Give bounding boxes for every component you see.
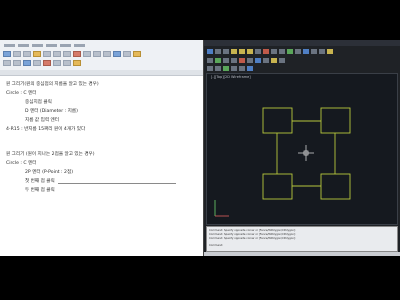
command-history[interactable]: Command: Specify opposite corner or [Fen… bbox=[206, 226, 398, 252]
ucs-icon bbox=[214, 200, 229, 217]
spell-icon[interactable] bbox=[73, 60, 81, 66]
tool-icon[interactable] bbox=[223, 57, 229, 63]
doc-line: D 엔터 (Diameter : 지름) bbox=[25, 109, 78, 114]
underline-icon[interactable] bbox=[63, 51, 71, 57]
italic-icon[interactable] bbox=[53, 51, 61, 57]
properties-icon[interactable] bbox=[303, 48, 309, 54]
line-icon[interactable] bbox=[231, 48, 237, 54]
corner-square-bottom-left bbox=[262, 173, 293, 200]
save-icon[interactable] bbox=[223, 48, 229, 54]
new-icon[interactable] bbox=[207, 48, 213, 54]
command-line: Command: Specify opposite corner or [Fen… bbox=[209, 237, 296, 240]
tool-icon[interactable] bbox=[223, 65, 229, 71]
doc-line: 지름 값 입력 엔터 bbox=[25, 118, 59, 123]
tool-icon[interactable] bbox=[207, 57, 213, 63]
cut-icon[interactable] bbox=[23, 51, 31, 57]
corner-square-bottom-right bbox=[320, 173, 351, 200]
circle-icon[interactable] bbox=[247, 48, 253, 54]
table-icon[interactable] bbox=[23, 60, 31, 66]
ribbon-tab[interactable] bbox=[74, 44, 85, 47]
tool-icon[interactable] bbox=[319, 48, 325, 54]
tool-icon[interactable] bbox=[271, 57, 277, 63]
document-window: 원 그리기(원의 중심점의 지름을 알고 있는 경우) Circle : C 엔… bbox=[0, 40, 203, 256]
tool-icon[interactable] bbox=[239, 65, 245, 71]
layer-icon[interactable] bbox=[295, 48, 301, 54]
tool-icon[interactable] bbox=[215, 65, 221, 71]
link-icon[interactable] bbox=[53, 60, 61, 66]
corner-square-top-left bbox=[262, 107, 293, 134]
cad-toolbar-3 bbox=[204, 64, 400, 72]
command-line: Command: Specify opposite corner or [Fen… bbox=[209, 233, 296, 236]
align-left-icon[interactable] bbox=[83, 51, 91, 57]
cad-title-bar bbox=[204, 40, 400, 46]
highlight-icon[interactable] bbox=[133, 51, 141, 57]
font-color-icon[interactable] bbox=[73, 51, 81, 57]
ribbon-row-1 bbox=[3, 51, 141, 58]
erase-icon[interactable] bbox=[263, 48, 269, 54]
tool-icon[interactable] bbox=[327, 48, 333, 54]
ribbon-tab[interactable] bbox=[32, 44, 43, 47]
tool-icon[interactable] bbox=[247, 65, 253, 71]
bold-icon[interactable] bbox=[43, 51, 51, 57]
separator-line bbox=[58, 183, 176, 184]
doc-line: Circle : C 엔터 bbox=[6, 161, 37, 166]
ribbon-tabs bbox=[4, 42, 85, 49]
doc-line: 2P 엔터 (P-Point : 2점) bbox=[25, 170, 73, 175]
tool-icon[interactable] bbox=[255, 57, 261, 63]
tool-icon[interactable] bbox=[239, 57, 245, 63]
cad-toolbar-1 bbox=[204, 47, 400, 55]
tool-icon[interactable] bbox=[263, 57, 269, 63]
ribbon-tab[interactable] bbox=[4, 44, 15, 47]
doc-line: 중심지점 클릭 bbox=[25, 100, 52, 105]
command-prompt[interactable]: Command: bbox=[209, 244, 223, 247]
tool-icon[interactable] bbox=[311, 48, 317, 54]
move-icon[interactable] bbox=[271, 48, 277, 54]
tool-icon[interactable] bbox=[247, 57, 253, 63]
doc-line: 원 그리기(원의 중심점의 지름을 알고 있는 경우) bbox=[6, 82, 99, 87]
copy-icon[interactable] bbox=[13, 51, 21, 57]
find-icon[interactable] bbox=[63, 60, 71, 66]
ribbon-tab[interactable] bbox=[60, 44, 71, 47]
format-icon[interactable] bbox=[33, 51, 41, 57]
layer-icon[interactable] bbox=[287, 48, 293, 54]
image-icon[interactable] bbox=[33, 60, 41, 66]
ribbon-tab[interactable] bbox=[18, 44, 29, 47]
corner-square-top-right bbox=[320, 107, 351, 134]
align-center-icon[interactable] bbox=[93, 51, 101, 57]
tool-icon[interactable] bbox=[207, 65, 213, 71]
style-icon[interactable] bbox=[113, 51, 121, 57]
command-line: Command: Specify opposite corner or [Fen… bbox=[209, 229, 296, 232]
doc-line: 두 번째 점 클릭 bbox=[25, 188, 55, 193]
cad-window: [-][Top][2D Wireframe] Command: Specify … bbox=[203, 40, 400, 256]
tool-icon[interactable] bbox=[279, 57, 285, 63]
paste-icon[interactable] bbox=[3, 51, 11, 57]
rectangle-outline bbox=[262, 107, 351, 200]
ribbon-row-2 bbox=[3, 60, 81, 67]
shape-icon[interactable] bbox=[43, 60, 51, 66]
crosshair-cursor bbox=[298, 145, 314, 161]
doc-line: 4-R15 : 반지름 15짜리 원이 4개가 있다 bbox=[6, 127, 86, 132]
doc-line: 첫 번째 점 클릭 bbox=[25, 179, 55, 184]
drawing-viewport[interactable]: [-][Top][2D Wireframe] bbox=[206, 73, 398, 225]
screen: 원 그리기(원의 중심점의 지름을 알고 있는 경우) Circle : C 엔… bbox=[0, 40, 400, 256]
indent-icon[interactable] bbox=[13, 60, 21, 66]
doc-line: Circle : C 엔터 bbox=[6, 91, 37, 96]
doc-line: 원 그리기 (원이 지나는 2점을 알고 있는 경우) bbox=[6, 152, 95, 157]
ribbon-tab[interactable] bbox=[46, 44, 57, 47]
copy-icon[interactable] bbox=[279, 48, 285, 54]
ribbon-toolbar bbox=[0, 40, 203, 71]
polyline-icon[interactable] bbox=[239, 48, 245, 54]
tool-icon[interactable] bbox=[215, 57, 221, 63]
tool-icon[interactable] bbox=[231, 57, 237, 63]
tool-icon[interactable] bbox=[231, 65, 237, 71]
cad-toolbar-2 bbox=[204, 56, 400, 64]
arc-icon[interactable] bbox=[255, 48, 261, 54]
drawing-canvas bbox=[214, 107, 351, 217]
align-right-icon[interactable] bbox=[103, 51, 111, 57]
style-icon[interactable] bbox=[123, 51, 131, 57]
document-body: 원 그리기(원의 중심점의 지름을 알고 있는 경우) Circle : C 엔… bbox=[0, 76, 203, 256]
open-icon[interactable] bbox=[215, 48, 221, 54]
list-icon[interactable] bbox=[3, 60, 11, 66]
status-bar bbox=[204, 252, 400, 256]
